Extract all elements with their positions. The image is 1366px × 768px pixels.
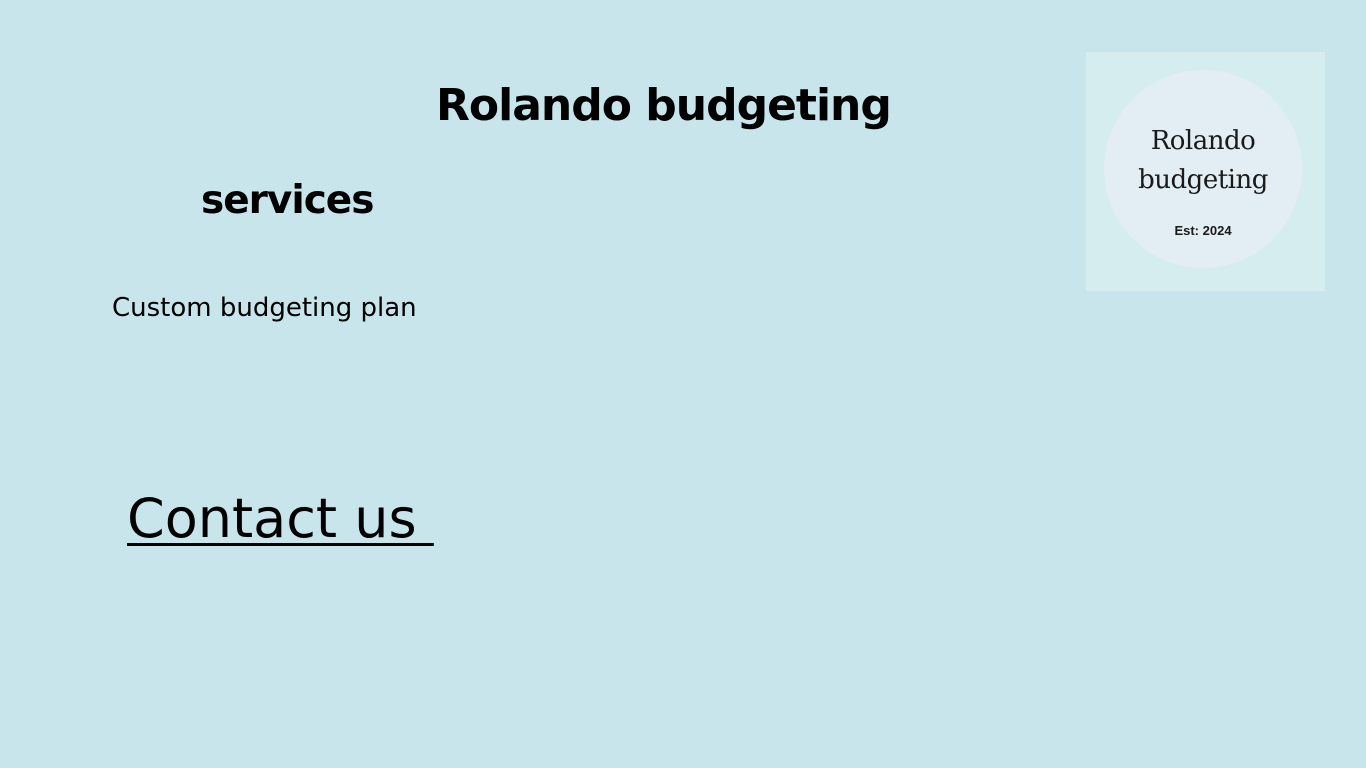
logo: Rolando budgeting Est: 2024	[1086, 52, 1325, 291]
logo-established-year: Est: 2024	[1174, 223, 1232, 238]
page-title: Rolando budgeting	[436, 80, 892, 131]
contact-us-link[interactable]: Contact us	[127, 484, 434, 554]
logo-line-budgeting: budgeting	[1138, 165, 1268, 195]
logo-line-rolando: Rolando	[1150, 126, 1256, 156]
service-item-custom-budgeting-plan: Custom budgeting plan	[112, 293, 417, 323]
services-heading: services	[201, 178, 374, 223]
logo-badge: Rolando budgeting Est: 2024	[1104, 70, 1302, 268]
